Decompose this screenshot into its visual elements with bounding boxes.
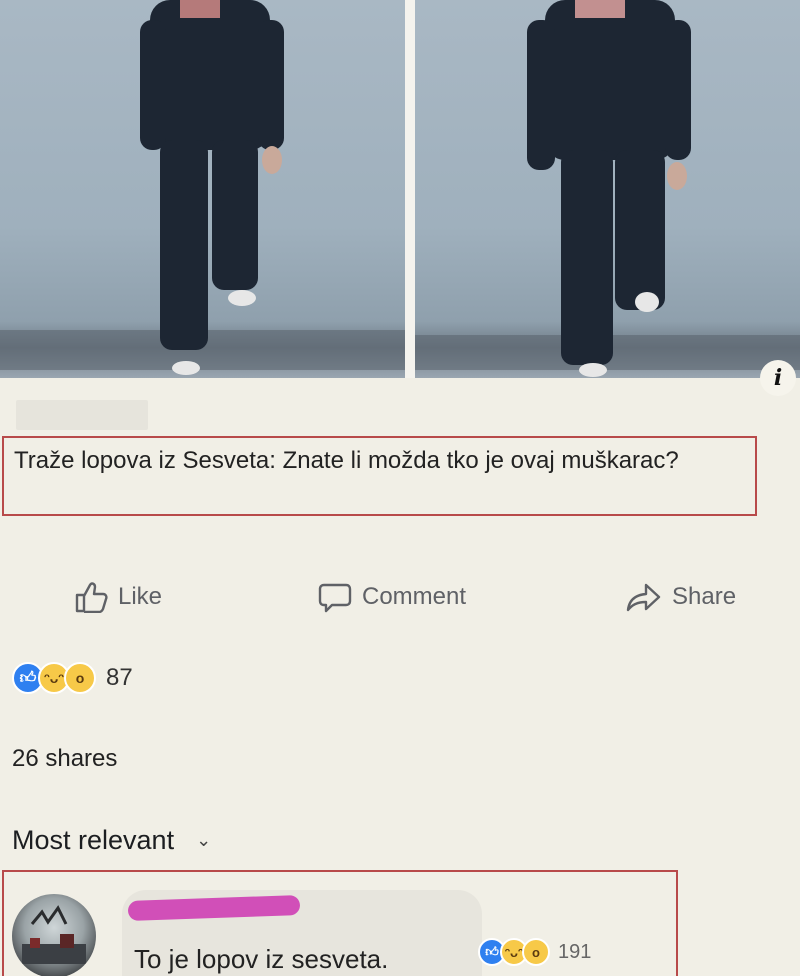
- shares-count[interactable]: 26 shares: [12, 745, 117, 773]
- avatar[interactable]: [12, 894, 96, 976]
- sort-label: Most relevant: [12, 825, 175, 855]
- wow-reaction-icon: o: [522, 938, 550, 966]
- thumbs-up-icon: [75, 582, 108, 613]
- photo-left[interactable]: [0, 0, 405, 378]
- reaction-count: 87: [106, 664, 133, 691]
- post-photos[interactable]: [0, 0, 800, 378]
- share-button[interactable]: Share: [626, 574, 736, 620]
- share-label: Share: [672, 583, 737, 610]
- post-actions: Like Comment Share: [0, 574, 800, 620]
- like-button[interactable]: Like: [74, 574, 162, 620]
- comment-reaction-count: 191: [558, 940, 592, 963]
- share-arrow-icon: [626, 583, 661, 612]
- like-label: Like: [118, 583, 163, 610]
- reactions-summary[interactable]: 👍︎ ᵔᴗᵔ o 87: [12, 660, 133, 696]
- photo-right[interactable]: [415, 0, 800, 378]
- wow-reaction-icon: o: [64, 662, 96, 694]
- comment-text: To je lopov iz sesveta.: [134, 944, 389, 974]
- info-icon[interactable]: i: [760, 360, 796, 396]
- comment-sort-dropdown[interactable]: Most relevant ⌄: [12, 825, 211, 856]
- chevron-down-icon: ⌄: [196, 830, 212, 850]
- comment-icon: [318, 583, 352, 613]
- comment-label: Comment: [362, 583, 467, 610]
- blurred-page-name: [16, 400, 148, 430]
- comment-button[interactable]: Comment: [318, 574, 466, 620]
- post-caption: Traže lopova iz Sesveta: Znate li možda …: [2, 436, 757, 516]
- photo-divider: [405, 0, 415, 378]
- comment-reactions[interactable]: 👍︎ ᵔᴗᵔ o 191: [478, 938, 591, 966]
